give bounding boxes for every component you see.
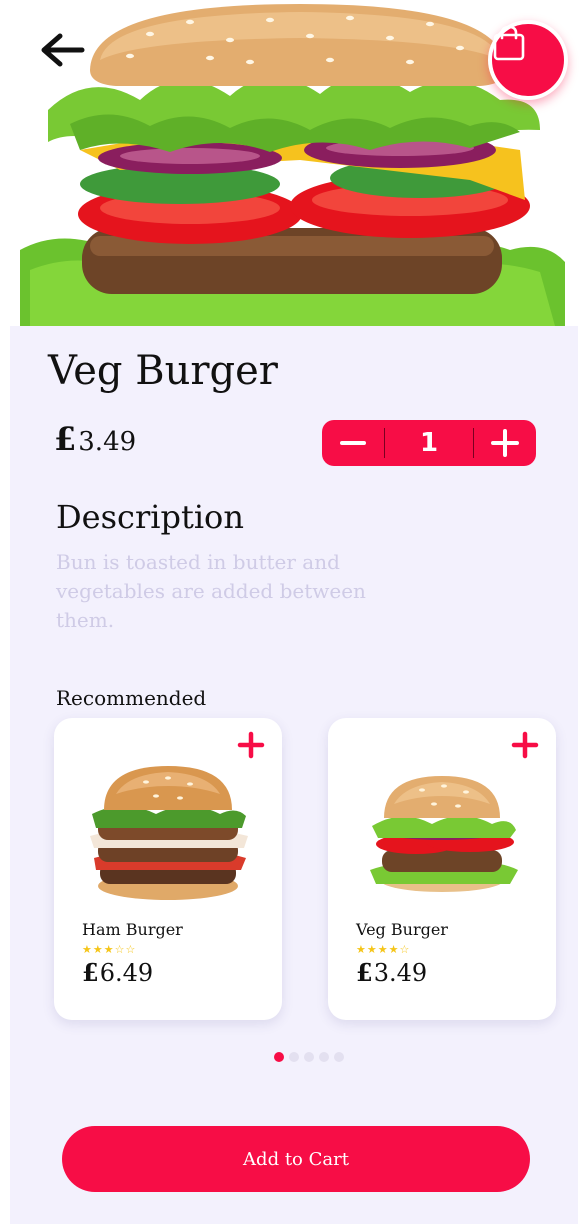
veg-burger-rating: ★ ★ ★ ★ ☆ (356, 944, 409, 955)
carousel-dot[interactable] (289, 1052, 299, 1062)
star-icon: ★ (356, 943, 366, 956)
star-icon: ★ (388, 943, 399, 956)
ham-burger-price: £ 6.49 (82, 958, 153, 987)
arrow-left-icon (41, 33, 85, 67)
quantity-stepper: 1 (322, 420, 536, 466)
ham-burger-name: Ham Burger (82, 920, 183, 939)
price-value: 3.49 (78, 427, 137, 457)
shopping-bag-icon (493, 25, 525, 61)
carousel-dot[interactable] (274, 1052, 284, 1062)
veg-burger-price: £ 3.49 (356, 958, 427, 987)
ham-burger-currency: £ (82, 958, 99, 987)
add-ham-burger-button[interactable] (234, 728, 268, 762)
recommended-card-ham-burger[interactable]: Ham Burger ★ ★ ★ ☆ ☆ £ 6.49 (54, 718, 282, 1020)
star-icon: ☆ (114, 943, 125, 956)
product-details-panel: Veg Burger £ 3.49 1 Description Bun is t… (10, 326, 578, 1224)
ham-burger-image (90, 766, 248, 900)
add-to-cart-button[interactable]: Add to Cart (62, 1126, 530, 1192)
plus-icon (511, 731, 539, 759)
description-heading: Description (56, 498, 244, 536)
veg-burger-name: Veg Burger (356, 920, 448, 939)
ham-burger-rating: ★ ★ ★ ☆ ☆ (82, 944, 135, 955)
increase-quantity-button[interactable] (474, 420, 536, 466)
decrease-quantity-button[interactable] (322, 420, 384, 466)
product-price: £ 3.49 (54, 420, 136, 458)
carousel-dot[interactable] (334, 1052, 344, 1062)
product-title: Veg Burger (48, 348, 278, 394)
price-currency: £ (54, 420, 77, 458)
carousel-dot[interactable] (319, 1052, 329, 1062)
star-icon: ★ (377, 943, 388, 956)
plus-icon (237, 731, 265, 759)
hero-image (0, 0, 585, 326)
star-icon: ★ (82, 943, 92, 956)
star-icon: ☆ (399, 943, 410, 956)
recommended-heading: Recommended (56, 686, 207, 710)
plus-icon (491, 429, 519, 457)
minus-icon (340, 441, 366, 445)
star-icon: ★ (366, 943, 377, 956)
quantity-value: 1 (384, 428, 474, 458)
star-icon: ☆ (125, 943, 136, 956)
ham-burger-price-value: 6.49 (99, 959, 154, 987)
veg-burger-currency: £ (356, 958, 373, 987)
star-icon: ★ (103, 943, 114, 956)
carousel-dot[interactable] (304, 1052, 314, 1062)
recommended-card-veg-burger[interactable]: Veg Burger ★ ★ ★ ★ ☆ £ 3.49 (328, 718, 556, 1020)
star-icon: ★ (92, 943, 103, 956)
back-button[interactable] (38, 32, 90, 76)
add-veg-burger-button[interactable] (508, 728, 542, 762)
cart-bag-button[interactable] (488, 20, 568, 100)
veg-burger-image (370, 776, 518, 892)
carousel-pagination (274, 1052, 344, 1062)
veg-burger-price-value: 3.49 (373, 959, 428, 987)
description-text: Bun is toasted in butter and vegetables … (56, 550, 366, 632)
